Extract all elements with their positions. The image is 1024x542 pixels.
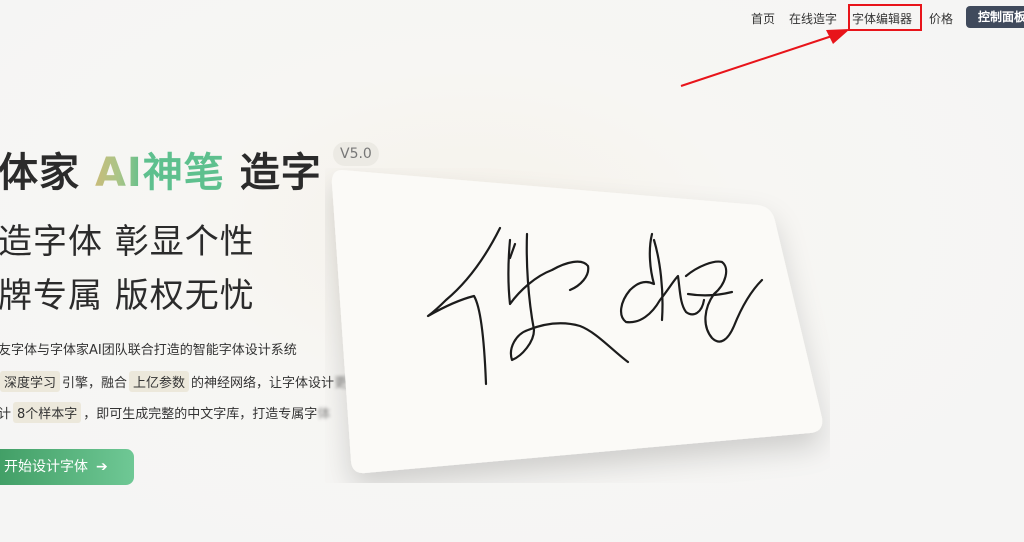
start-design-button[interactable]: 开始设计字体 ➔: [0, 449, 134, 485]
description-line-1: 友字体与字体家AI团队联合打造的智能字体设计系统: [0, 343, 297, 358]
hero-title-ai: AI: [94, 150, 143, 196]
description-line-3: 计 8个样本字 ，即可生成完整的中文字库，打造专属字体: [0, 402, 330, 423]
highlight-deep-learning: 深度学习: [0, 371, 61, 392]
card-surface: [331, 170, 823, 474]
hero-title-part1: 体家: [0, 150, 80, 196]
highlight-params: 上亿参数: [129, 371, 190, 392]
description-text: ，即可生成完整的中文字库，打造专属字: [83, 407, 318, 422]
start-design-label: 开始设计字体: [4, 459, 88, 475]
handwriting-card: [331, 170, 823, 474]
hero-title: 体家 AI神笔 造字: [0, 140, 322, 198]
hero-title-brush: 神笔: [142, 150, 225, 196]
description-text: 计: [0, 407, 12, 422]
slogan-line-1: 造字体 彰显个性: [0, 222, 255, 262]
arrow-right-icon: ➔: [96, 459, 108, 475]
description-line-2: 深度学习引擎，融合上亿参数的神经网络，让字体设计更智能: [0, 371, 373, 392]
highlight-sample-count: 8个样本字: [13, 402, 82, 423]
version-badge: V5.0: [333, 142, 379, 166]
slogan-line-2: 牌专属 版权无忧: [0, 276, 255, 316]
hero-title-part2: 造字: [239, 150, 322, 196]
description-text: 引擎，融合: [62, 376, 128, 391]
description-text: 的神经网络，让字体设计: [191, 376, 335, 391]
